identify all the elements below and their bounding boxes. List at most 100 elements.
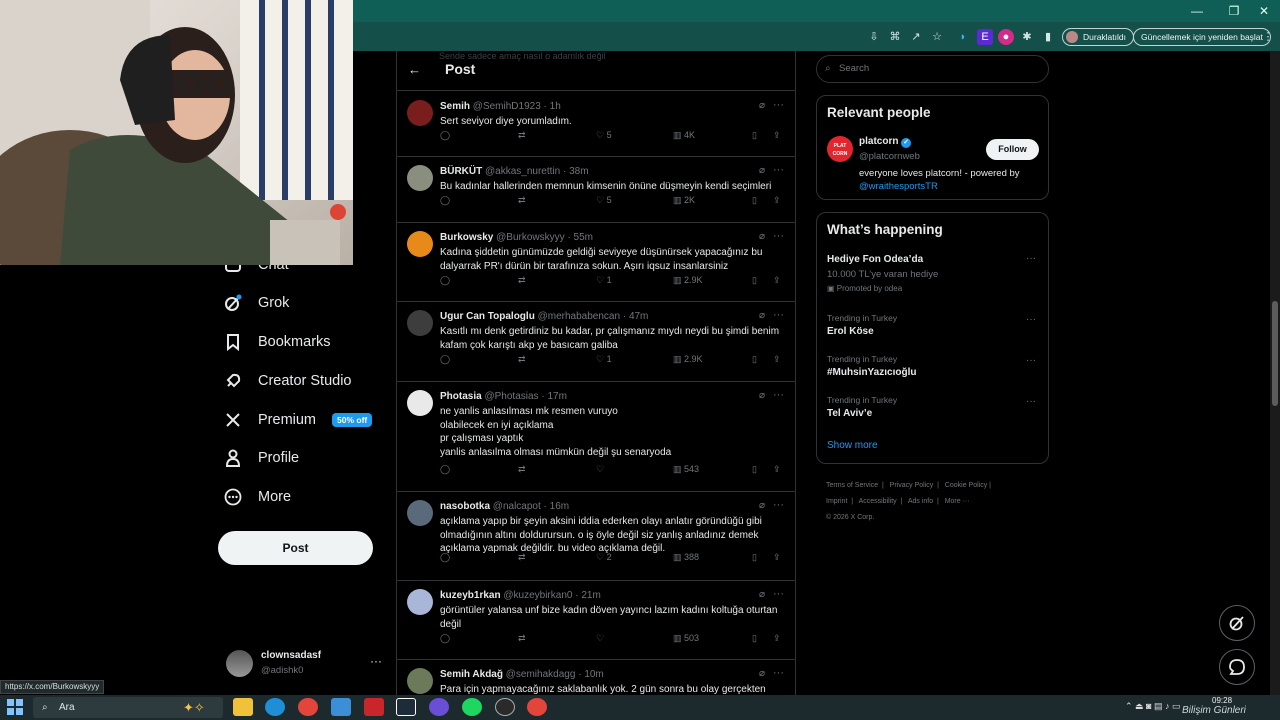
windows-start-icon[interactable] <box>7 699 23 715</box>
grok-explain-icon[interactable]: ⌀ <box>759 390 765 401</box>
bookmark-icon[interactable]: ▯ <box>752 275 757 286</box>
reply-author-name[interactable]: Photasia <box>440 391 482 402</box>
share-icon[interactable]: ↗ <box>908 29 924 45</box>
reply-author-name[interactable]: BÜRKÜT <box>440 166 482 177</box>
reply-time[interactable]: 47m <box>629 311 648 322</box>
reply-author-name[interactable]: Burkowsky <box>440 232 493 243</box>
extensions-puzzle-icon[interactable]: ✱ <box>1019 29 1035 45</box>
reply-author-name[interactable]: Semih Akdağ <box>440 669 503 680</box>
obs-icon[interactable] <box>396 698 416 716</box>
bookmark-star-icon[interactable]: ☆ <box>929 29 945 45</box>
grok-explain-icon[interactable]: ⌀ <box>759 500 765 511</box>
views-button[interactable]: ▥ 543 <box>673 464 699 475</box>
repost-icon[interactable]: ⇄ <box>518 195 526 206</box>
translate-icon[interactable]: ⌘ <box>887 29 903 45</box>
reply-icon[interactable]: ◯ <box>440 633 450 644</box>
grok-explain-icon[interactable]: ⌀ <box>759 231 765 242</box>
grok-explain-icon[interactable]: ⌀ <box>759 668 765 679</box>
like-button[interactable]: ♡ 5 <box>596 195 612 206</box>
reply-icon[interactable]: ◯ <box>440 195 450 206</box>
edge-icon[interactable] <box>265 698 285 716</box>
trend-item[interactable]: Trending in Turkey #MuhsinYazıcıoğlu <box>827 354 916 378</box>
grok-explain-icon[interactable]: ⌀ <box>759 589 765 600</box>
views-button[interactable]: ▥ 388 <box>673 552 699 563</box>
promo-trend[interactable]: Hediye Fon Odea’da 10.000 TL’ye varan he… <box>827 254 938 293</box>
voicemeeter-icon[interactable] <box>364 698 384 716</box>
repost-icon[interactable]: ⇄ <box>518 354 526 365</box>
trend-item[interactable]: Trending in Turkey Erol Köse <box>827 313 897 337</box>
nav-item-bookmarks[interactable]: Bookmarks <box>222 327 331 357</box>
reply-more-icon[interactable]: ··· <box>773 667 784 679</box>
footer-link[interactable]: Ads info <box>908 498 933 505</box>
extension-round-icon[interactable]: ● <box>998 29 1014 45</box>
reply-tweet[interactable]: Burkowsky @Burkowskyyy · 55m ⌀ ··· Kadın… <box>397 223 795 302</box>
repost-icon[interactable]: ⇄ <box>518 275 526 286</box>
reply-icon[interactable]: ◯ <box>440 275 450 286</box>
reply-author-handle[interactable]: @Burkowskyyy <box>496 232 565 243</box>
repost-icon[interactable]: ⇄ <box>518 464 526 475</box>
footer-link[interactable]: Imprint <box>826 498 847 505</box>
reply-more-icon[interactable]: ··· <box>773 499 784 511</box>
footer-link[interactable]: Privacy Policy <box>890 482 934 489</box>
footer-link[interactable]: Cookie Policy <box>945 482 987 489</box>
platcorn-avatar[interactable]: PLAT CORN <box>827 136 853 162</box>
reply-author-name[interactable]: Ugur Can Topaloglu <box>440 311 535 322</box>
reply-author-handle[interactable]: @Photasias <box>484 391 538 402</box>
share-icon[interactable]: ⇪ <box>773 552 781 563</box>
reply-time[interactable]: 1h <box>550 101 561 112</box>
share-icon[interactable]: ⇪ <box>773 130 781 141</box>
bookmark-icon[interactable]: ▯ <box>752 195 757 206</box>
system-tray[interactable]: ⌃ ⏏ ◙ ▤ ♪ ▭ <box>1125 701 1181 712</box>
spotify-icon[interactable] <box>462 698 482 716</box>
close-window-button[interactable]: ✕ <box>1252 2 1276 20</box>
search-input[interactable]: ⌕ Search <box>816 55 1049 83</box>
reply-tweet[interactable]: Semih @SemihD1923 · 1h ⌀ ··· Sert seviyo… <box>397 92 795 157</box>
like-button[interactable]: ♡ <box>596 464 604 475</box>
nav-item-premium[interactable]: Premium 50% off <box>222 405 373 435</box>
reply-author-handle[interactable]: @merhababencan <box>538 311 620 322</box>
share-icon[interactable]: ⇪ <box>773 275 781 286</box>
reply-avatar[interactable] <box>407 165 433 191</box>
reply-author-name[interactable]: kuzeyb1rkan <box>440 590 501 601</box>
trend-more-icon[interactable]: ··· <box>1026 396 1036 407</box>
reply-more-icon[interactable]: ··· <box>773 309 784 321</box>
reply-more-icon[interactable]: ··· <box>773 164 784 176</box>
grok-fab[interactable] <box>1219 605 1255 641</box>
follow-button[interactable]: Follow <box>986 139 1039 160</box>
reply-time[interactable]: 38m <box>569 166 588 177</box>
reply-tweet[interactable]: Photasia @Photasias · 17m ⌀ ··· ne yanli… <box>397 382 795 492</box>
reply-author-handle[interactable]: @SemihD1923 <box>473 101 541 112</box>
reply-avatar[interactable] <box>407 310 433 336</box>
reply-more-icon[interactable]: ··· <box>773 230 784 242</box>
bookmark-icon[interactable]: ▯ <box>752 464 757 475</box>
extension-e-icon[interactable]: E <box>977 29 993 45</box>
trend-item[interactable]: Trending in Turkey Tel Aviv’e <box>827 395 897 419</box>
extension-wave-icon[interactable]: ◗ <box>955 29 971 45</box>
reply-avatar[interactable] <box>407 668 433 694</box>
views-button[interactable]: ▥ 2.9K <box>673 275 703 286</box>
reply-time[interactable]: 55m <box>574 232 593 243</box>
like-button[interactable]: ♡ 1 <box>596 354 612 365</box>
reply-icon[interactable]: ◯ <box>440 130 450 141</box>
views-button[interactable]: ▥ 2K <box>673 195 695 206</box>
reply-tweet[interactable]: BÜRKÜT @akkas_nurettin · 38m ⌀ ··· Bu ka… <box>397 157 795 223</box>
reply-author-handle[interactable]: @kuzeybirkan0 <box>503 590 572 601</box>
account-switcher[interactable]: clownsadasf @adishk0 ··· <box>222 645 387 683</box>
chrome-icon[interactable] <box>298 698 318 716</box>
views-button[interactable]: ▥ 503 <box>673 633 699 644</box>
repost-icon[interactable]: ⇄ <box>518 633 526 644</box>
reply-icon[interactable]: ◯ <box>440 354 450 365</box>
footer-link[interactable]: More ··· <box>945 498 970 505</box>
reply-more-icon[interactable]: ··· <box>773 389 784 401</box>
reply-tweet[interactable]: Semih Akdağ @semihakdagg · 10m ⌀ ··· Par… <box>397 660 795 695</box>
show-more-link[interactable]: Show more <box>827 440 878 451</box>
page-scrollbar[interactable] <box>1270 51 1280 695</box>
promo-more-icon[interactable]: ··· <box>1026 253 1036 264</box>
share-icon[interactable]: ⇪ <box>773 195 781 206</box>
install-app-icon[interactable]: ⇩ <box>866 29 882 45</box>
reply-avatar[interactable] <box>407 500 433 526</box>
side-panel-icon[interactable]: ▮ <box>1040 29 1056 45</box>
person-name-row[interactable]: platcorn ✓ <box>859 136 912 148</box>
reply-author-handle[interactable]: @semihakdagg <box>506 669 576 680</box>
browser-menu-icon[interactable]: ⋮ <box>1260 29 1276 45</box>
